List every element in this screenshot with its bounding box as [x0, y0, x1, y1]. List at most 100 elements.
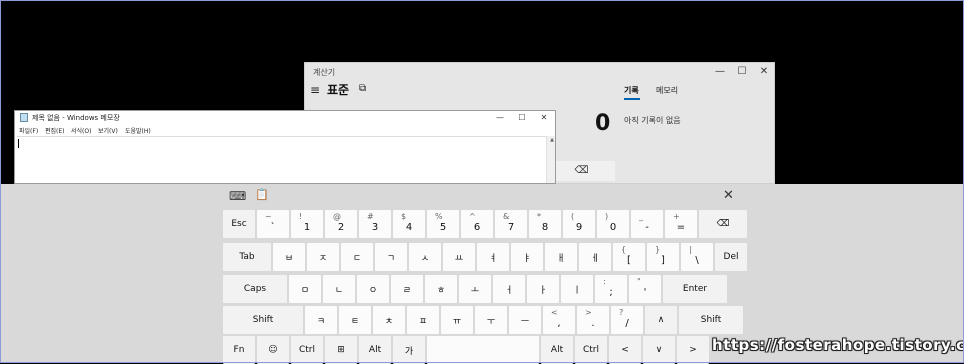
- key-0-10[interactable]: (9: [563, 210, 595, 238]
- key-0-8[interactable]: & 7: [495, 210, 527, 238]
- key-3-0[interactable]: Shift: [223, 306, 303, 334]
- key-label: 가: [404, 346, 414, 357]
- key-0-4[interactable]: #3: [359, 210, 391, 238]
- key-3-11[interactable]: ∧: [645, 306, 677, 334]
- key-1-8[interactable]: ㅑ: [511, 243, 543, 271]
- key-0-13[interactable]: + =: [665, 210, 697, 238]
- notepad-vertical-scrollbar[interactable]: [546, 136, 555, 183]
- key-0-2[interactable]: ! 1: [291, 210, 323, 238]
- notepad-close-button[interactable]: ✕: [533, 111, 555, 125]
- calculator-backspace-button[interactable]: ⌫: [548, 161, 615, 181]
- key-4-6[interactable]: [427, 336, 539, 364]
- key-1-4[interactable]: ㄱ: [375, 243, 407, 271]
- key-2-6[interactable]: ㅗ: [459, 275, 491, 303]
- hamburger-menu-icon[interactable]: ≡: [310, 83, 320, 97]
- key-0-11[interactable]: ) 0: [597, 210, 629, 238]
- notepad-minimize-button[interactable]: —: [489, 111, 511, 125]
- key-label: ㅜ: [486, 316, 496, 327]
- key-4-0[interactable]: Fn: [223, 336, 255, 364]
- key-2-12[interactable]: Enter: [663, 275, 727, 303]
- key-2-0[interactable]: Caps: [223, 275, 287, 303]
- key-0-12[interactable]: _ -: [631, 210, 663, 238]
- notepad-text-area[interactable]: [17, 136, 547, 183]
- calculator-close-button[interactable]: ✕: [753, 63, 775, 81]
- key-label: Enter: [682, 284, 708, 294]
- key-2-2[interactable]: ㄴ: [323, 275, 355, 303]
- key-1-13[interactable]: | \: [681, 243, 713, 271]
- key-0-9[interactable]: * 8: [529, 210, 561, 238]
- calculator-minimize-button[interactable]: —: [709, 63, 731, 81]
- key-2-9[interactable]: ㅣ: [561, 275, 593, 303]
- key-1-0[interactable]: Tab: [223, 243, 271, 271]
- calculator-maximize-button[interactable]: ☐: [731, 63, 753, 81]
- key-0-1[interactable]: ~ `: [257, 210, 289, 238]
- key-3-1[interactable]: ㅋ: [305, 306, 337, 334]
- key-4-7[interactable]: Alt: [541, 336, 573, 364]
- key-3-3[interactable]: ㅊ: [373, 306, 405, 334]
- key-3-4[interactable]: ㅍ: [407, 306, 439, 334]
- key-1-2[interactable]: ㅈ: [307, 243, 339, 271]
- key-3-6[interactable]: ㅜ: [475, 306, 507, 334]
- key-4-1[interactable]: ☺: [257, 336, 289, 364]
- key-0-3[interactable]: @2: [325, 210, 357, 238]
- tab-memory[interactable]: 메모리: [656, 85, 678, 96]
- key-0-14[interactable]: ⌫: [699, 210, 747, 238]
- key-0-0[interactable]: Esc: [223, 210, 255, 238]
- key-3-10[interactable]: ? /: [611, 306, 643, 334]
- clipboard-icon[interactable]: 📋: [255, 188, 269, 201]
- key-1-12[interactable]: }]: [647, 243, 679, 271]
- key-label: ㄴ: [334, 285, 344, 296]
- key-2-1[interactable]: ㅁ: [289, 275, 321, 303]
- key-0-7[interactable]: ^ 6: [461, 210, 493, 238]
- notepad-titlebar[interactable]: 제목 없음 - Windows 메모장 — ☐ ✕: [15, 111, 555, 125]
- key-2-3[interactable]: ㅇ: [357, 275, 389, 303]
- key-4-9[interactable]: <: [609, 336, 641, 364]
- key-1-5[interactable]: ㅅ: [409, 243, 441, 271]
- key-1-6[interactable]: ㅛ: [443, 243, 475, 271]
- menu-edit[interactable]: 편집(E): [45, 126, 65, 135]
- key-1-3[interactable]: ㄷ: [341, 243, 373, 271]
- key-3-2[interactable]: ㅌ: [339, 306, 371, 334]
- key-2-4[interactable]: ㄹ: [391, 275, 423, 303]
- key-2-8[interactable]: ㅏ: [527, 275, 559, 303]
- calculator-mode-title: 표준: [327, 83, 350, 97]
- key-shift-label: (: [571, 212, 575, 221]
- key-4-4[interactable]: Alt: [359, 336, 391, 364]
- menu-help[interactable]: 도움말(H): [125, 126, 151, 135]
- key-4-8[interactable]: Ctrl: [575, 336, 607, 364]
- key-3-5[interactable]: ㅠ: [441, 306, 473, 334]
- key-1-11[interactable]: {[: [613, 243, 645, 271]
- key-1-14[interactable]: Del: [715, 243, 747, 271]
- scroll-up-arrow-icon[interactable]: ▲: [550, 137, 554, 143]
- key-4-10[interactable]: ∨: [643, 336, 675, 364]
- key-2-7[interactable]: ㅓ: [493, 275, 525, 303]
- key-label: ⊞: [337, 345, 345, 355]
- key-4-5[interactable]: 가: [393, 336, 425, 364]
- notepad-window[interactable]: 제목 없음 - Windows 메모장 — ☐ ✕ 파일(F) 편집(E) 서식…: [14, 110, 556, 184]
- key-3-8[interactable]: <,: [543, 306, 575, 334]
- calculator-titlebar[interactable]: 계산기 — ☐ ✕: [305, 63, 774, 81]
- key-0-5[interactable]: $4: [393, 210, 425, 238]
- key-1-10[interactable]: ㅔ: [579, 243, 611, 271]
- keyboard-settings-icon[interactable]: ⌨: [229, 189, 246, 203]
- menu-file[interactable]: 파일(F): [19, 126, 38, 135]
- key-4-2[interactable]: Ctrl: [291, 336, 323, 364]
- key-4-3[interactable]: ⊞: [325, 336, 357, 364]
- key-0-6[interactable]: % 5: [427, 210, 459, 238]
- key-2-10[interactable]: :;: [595, 275, 627, 303]
- tab-history[interactable]: 기록: [624, 85, 639, 96]
- key-2-5[interactable]: ㅎ: [425, 275, 457, 303]
- notepad-maximize-button[interactable]: ☐: [511, 111, 533, 125]
- menu-view[interactable]: 보기(V): [98, 126, 118, 135]
- key-1-9[interactable]: ㅐ: [545, 243, 577, 271]
- key-3-9[interactable]: >.: [577, 306, 609, 334]
- key-3-12[interactable]: Shift: [679, 306, 743, 334]
- key-2-11[interactable]: " ': [629, 275, 661, 303]
- key-1-7[interactable]: ㅕ: [477, 243, 509, 271]
- key-3-7[interactable]: ㅡ: [509, 306, 541, 334]
- key-1-1[interactable]: ㅂ: [273, 243, 305, 271]
- key-4-11[interactable]: >: [677, 336, 709, 364]
- menu-format[interactable]: 서식(O): [71, 126, 91, 135]
- keyboard-close-button[interactable]: ✕: [723, 188, 734, 203]
- keep-on-top-icon[interactable]: ⧉: [359, 83, 366, 94]
